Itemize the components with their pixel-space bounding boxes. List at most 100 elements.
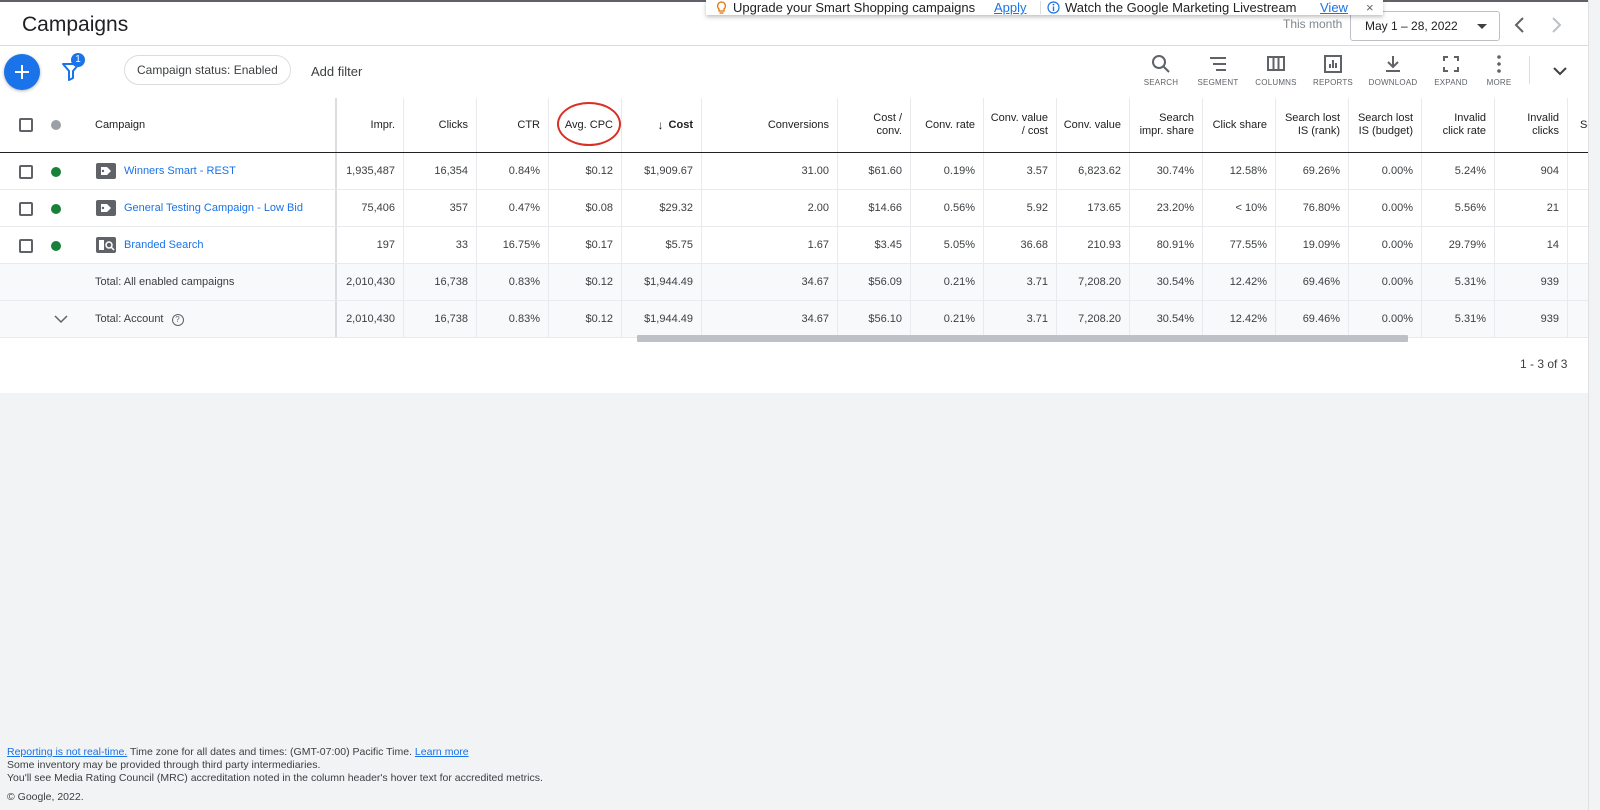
cost-per-conv-cell: $61.60 xyxy=(838,153,911,189)
expand-tool-button[interactable]: EXPAND xyxy=(1426,54,1476,87)
column-header-invalid-clicks-line1: Invalid xyxy=(1527,112,1559,124)
campaign-name-link[interactable]: General Testing Campaign - Low Bid xyxy=(124,202,303,215)
column-header-invalid-clicks[interactable]: Invalid clicks xyxy=(1495,98,1568,152)
copyright: © Google, 2022. xyxy=(7,791,84,803)
ctr-cell: 0.47% xyxy=(477,190,549,226)
reporting-not-real-time-link[interactable]: Reporting is not real-time. xyxy=(7,746,127,758)
column-header-ctr[interactable]: CTR xyxy=(477,98,549,152)
impr-cell: 197 xyxy=(337,227,404,263)
collapse-toolbar-button[interactable] xyxy=(1551,62,1569,80)
campaign-name-link[interactable]: Winners Smart - REST xyxy=(124,165,236,178)
close-icon[interactable]: × xyxy=(1366,0,1374,15)
invalid-clicks-cell: 21 xyxy=(1495,190,1568,226)
column-header-conv-value[interactable]: Conv. value xyxy=(1057,98,1130,152)
row-checkbox[interactable] xyxy=(19,202,33,216)
clicks-cell: 16,738 xyxy=(404,264,477,300)
column-header-invalid-click-rate[interactable]: Invalid click rate xyxy=(1422,98,1495,152)
column-header-clicks[interactable]: Clicks xyxy=(404,98,477,152)
click-share-cell: 12.42% xyxy=(1203,264,1276,300)
column-header-conversions[interactable]: Conversions xyxy=(702,98,838,152)
chevron-left-icon xyxy=(1514,17,1524,33)
column-header-cost[interactable]: ↓ Cost xyxy=(622,98,702,152)
total-row-account: Total: Account? 2,010,430 16,738 0.83% $… xyxy=(0,301,1588,338)
avg-cpc-cell: $0.12 xyxy=(549,153,622,189)
conv-rate-cell: 0.19% xyxy=(911,153,984,189)
invalid-clicks-cell: 939 xyxy=(1495,301,1568,337)
column-header-search-lost-is-rank[interactable]: Search lost IS (rank) xyxy=(1276,98,1349,152)
column-header-campaign[interactable]: Campaign xyxy=(87,98,337,152)
download-tool-button[interactable]: DOWNLOAD xyxy=(1368,54,1418,87)
search-lost-rank-cell: 69.26% xyxy=(1276,153,1349,189)
help-icon[interactable]: ? xyxy=(171,313,184,326)
segment-tool-button[interactable]: SEGMENT xyxy=(1193,54,1243,87)
apply-link[interactable]: Apply xyxy=(994,0,1027,15)
vertical-scrollbar[interactable] xyxy=(1588,0,1600,810)
column-header-overflow[interactable]: Se xyxy=(1568,98,1588,152)
previous-period-button[interactable] xyxy=(1510,15,1530,35)
conv-value-cost-cell: 3.71 xyxy=(984,301,1057,337)
column-header-impr[interactable]: Impr. xyxy=(337,98,404,152)
horizontal-scrollbar[interactable] xyxy=(637,335,1408,342)
impr-cell: 1,935,487 xyxy=(337,153,404,189)
column-header-cost-per-conv[interactable]: Cost / conv. xyxy=(838,98,911,152)
click-share-cell: 12.42% xyxy=(1203,301,1276,337)
total-label-cell: Total: All enabled campaigns xyxy=(0,264,337,300)
column-header-search-impr-share[interactable]: Search impr. share xyxy=(1130,98,1203,152)
conv-value-cell: 7,208.20 xyxy=(1057,301,1130,337)
select-all-checkbox[interactable] xyxy=(19,118,33,132)
clicks-cell: 16,738 xyxy=(404,301,477,337)
filter-count-badge: 1 xyxy=(71,53,85,67)
pagination-summary: 1 - 3 of 3 xyxy=(1520,357,1568,371)
date-range-picker[interactable]: May 1 – 28, 2022 xyxy=(1350,11,1500,41)
segment-tool-label: SEGMENT xyxy=(1197,78,1239,87)
add-filter-button[interactable]: Add filter xyxy=(311,64,362,79)
footer-line-1: Reporting is not real-time. Time zone fo… xyxy=(7,746,543,759)
tag-icon xyxy=(96,200,116,216)
chevron-down-icon[interactable] xyxy=(54,312,68,326)
reports-tool-button[interactable]: REPORTS xyxy=(1308,54,1358,87)
avg-cpc-cell: $0.12 xyxy=(549,264,622,300)
column-header-conv-rate[interactable]: Conv. rate xyxy=(911,98,984,152)
status-column-icon xyxy=(51,120,61,130)
column-header-invalid-clicks-line2: clicks xyxy=(1532,125,1559,137)
column-header-click-share[interactable]: Click share xyxy=(1203,98,1276,152)
column-header-conv-value-cost[interactable]: Conv. value / cost xyxy=(984,98,1057,152)
clicks-cell: 16,354 xyxy=(404,153,477,189)
column-header-cost-per-conv-line2: conv. xyxy=(876,125,902,137)
column-header-search-lost-is-budget[interactable]: Search lost IS (budget) xyxy=(1349,98,1422,152)
cost-cell: $1,944.49 xyxy=(622,301,702,337)
search-tool-button[interactable]: SEARCH xyxy=(1136,54,1186,87)
more-tool-button[interactable]: MORE xyxy=(1474,54,1524,87)
total-account-label: Total: Account? xyxy=(95,313,184,326)
campaign-cell: Winners Smart - REST xyxy=(87,153,337,189)
dropdown-caret-icon xyxy=(1477,24,1487,29)
add-campaign-button[interactable] xyxy=(4,54,40,90)
search-lost-rank-cell: 69.46% xyxy=(1276,301,1349,337)
column-header-search-lost-is-rank-line1: Search lost xyxy=(1284,112,1340,124)
columns-icon xyxy=(1267,56,1285,71)
impr-cell: 75,406 xyxy=(337,190,404,226)
campaign-name-link[interactable]: Branded Search xyxy=(124,239,204,252)
search-icon xyxy=(1152,55,1170,73)
campaign-status-filter-chip[interactable]: Campaign status: Enabled xyxy=(124,55,291,85)
invalid-click-rate-cell: 29.79% xyxy=(1422,227,1495,263)
more-vert-icon xyxy=(1497,55,1501,73)
next-period-button[interactable] xyxy=(1546,15,1566,35)
search-impr-share-cell: 30.54% xyxy=(1130,301,1203,337)
search-impr-share-cell: 23.20% xyxy=(1130,190,1203,226)
learn-more-link[interactable]: Learn more xyxy=(415,746,469,758)
columns-tool-button[interactable]: COLUMNS xyxy=(1251,54,1301,87)
ctr-cell: 0.84% xyxy=(477,153,549,189)
cost-cell: $29.32 xyxy=(622,190,702,226)
page-title: Campaigns xyxy=(22,13,129,36)
footer-line-2: Some inventory may be provided through t… xyxy=(7,759,321,771)
search-lost-rank-cell: 19.09% xyxy=(1276,227,1349,263)
conv-value-cost-cell: 3.57 xyxy=(984,153,1057,189)
avg-cpc-cell: $0.12 xyxy=(549,301,622,337)
view-link[interactable]: View xyxy=(1320,0,1348,15)
download-tool-label: DOWNLOAD xyxy=(1368,78,1418,87)
row-checkbox[interactable] xyxy=(19,165,33,179)
column-header-conv-value-cost-line2: / cost xyxy=(1021,125,1048,137)
total-row-enabled: Total: All enabled campaigns 2,010,430 1… xyxy=(0,264,1588,301)
row-checkbox[interactable] xyxy=(19,239,33,253)
